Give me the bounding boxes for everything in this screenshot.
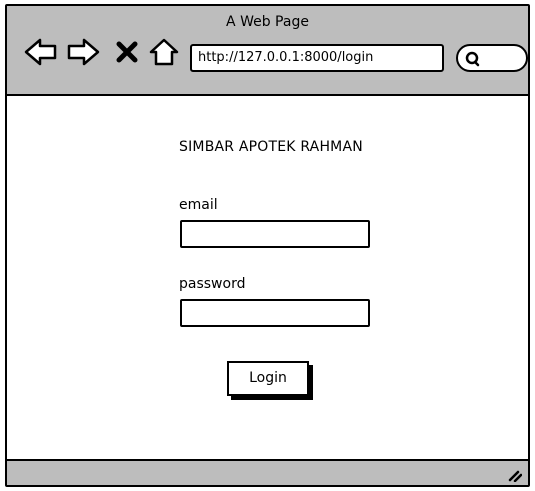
status-bar	[7, 459, 528, 485]
close-icon[interactable]	[113, 34, 141, 70]
browser-window: A Web Page http://127.0.0.1:8000/login S…	[5, 4, 530, 487]
address-bar[interactable]: http://127.0.0.1:8000/login	[190, 44, 444, 72]
password-label: password	[179, 276, 246, 292]
login-button[interactable]: Login	[227, 361, 309, 396]
browser-toolbar: A Web Page http://127.0.0.1:8000/login	[7, 6, 528, 96]
page-title: SIMBAR APOTEK RAHMAN	[179, 139, 363, 155]
back-arrow-icon[interactable]	[23, 34, 59, 70]
search-icon	[465, 51, 480, 67]
window-title: A Web Page	[226, 14, 309, 30]
forward-arrow-icon[interactable]	[65, 34, 101, 70]
resize-grip-icon[interactable]	[506, 466, 523, 483]
password-field[interactable]	[180, 299, 370, 327]
search-box[interactable]	[456, 44, 528, 72]
page-content: SIMBAR APOTEK RAHMAN email password Logi…	[7, 96, 528, 463]
email-field[interactable]	[180, 220, 370, 248]
home-icon[interactable]	[147, 34, 181, 70]
email-label: email	[179, 197, 218, 213]
